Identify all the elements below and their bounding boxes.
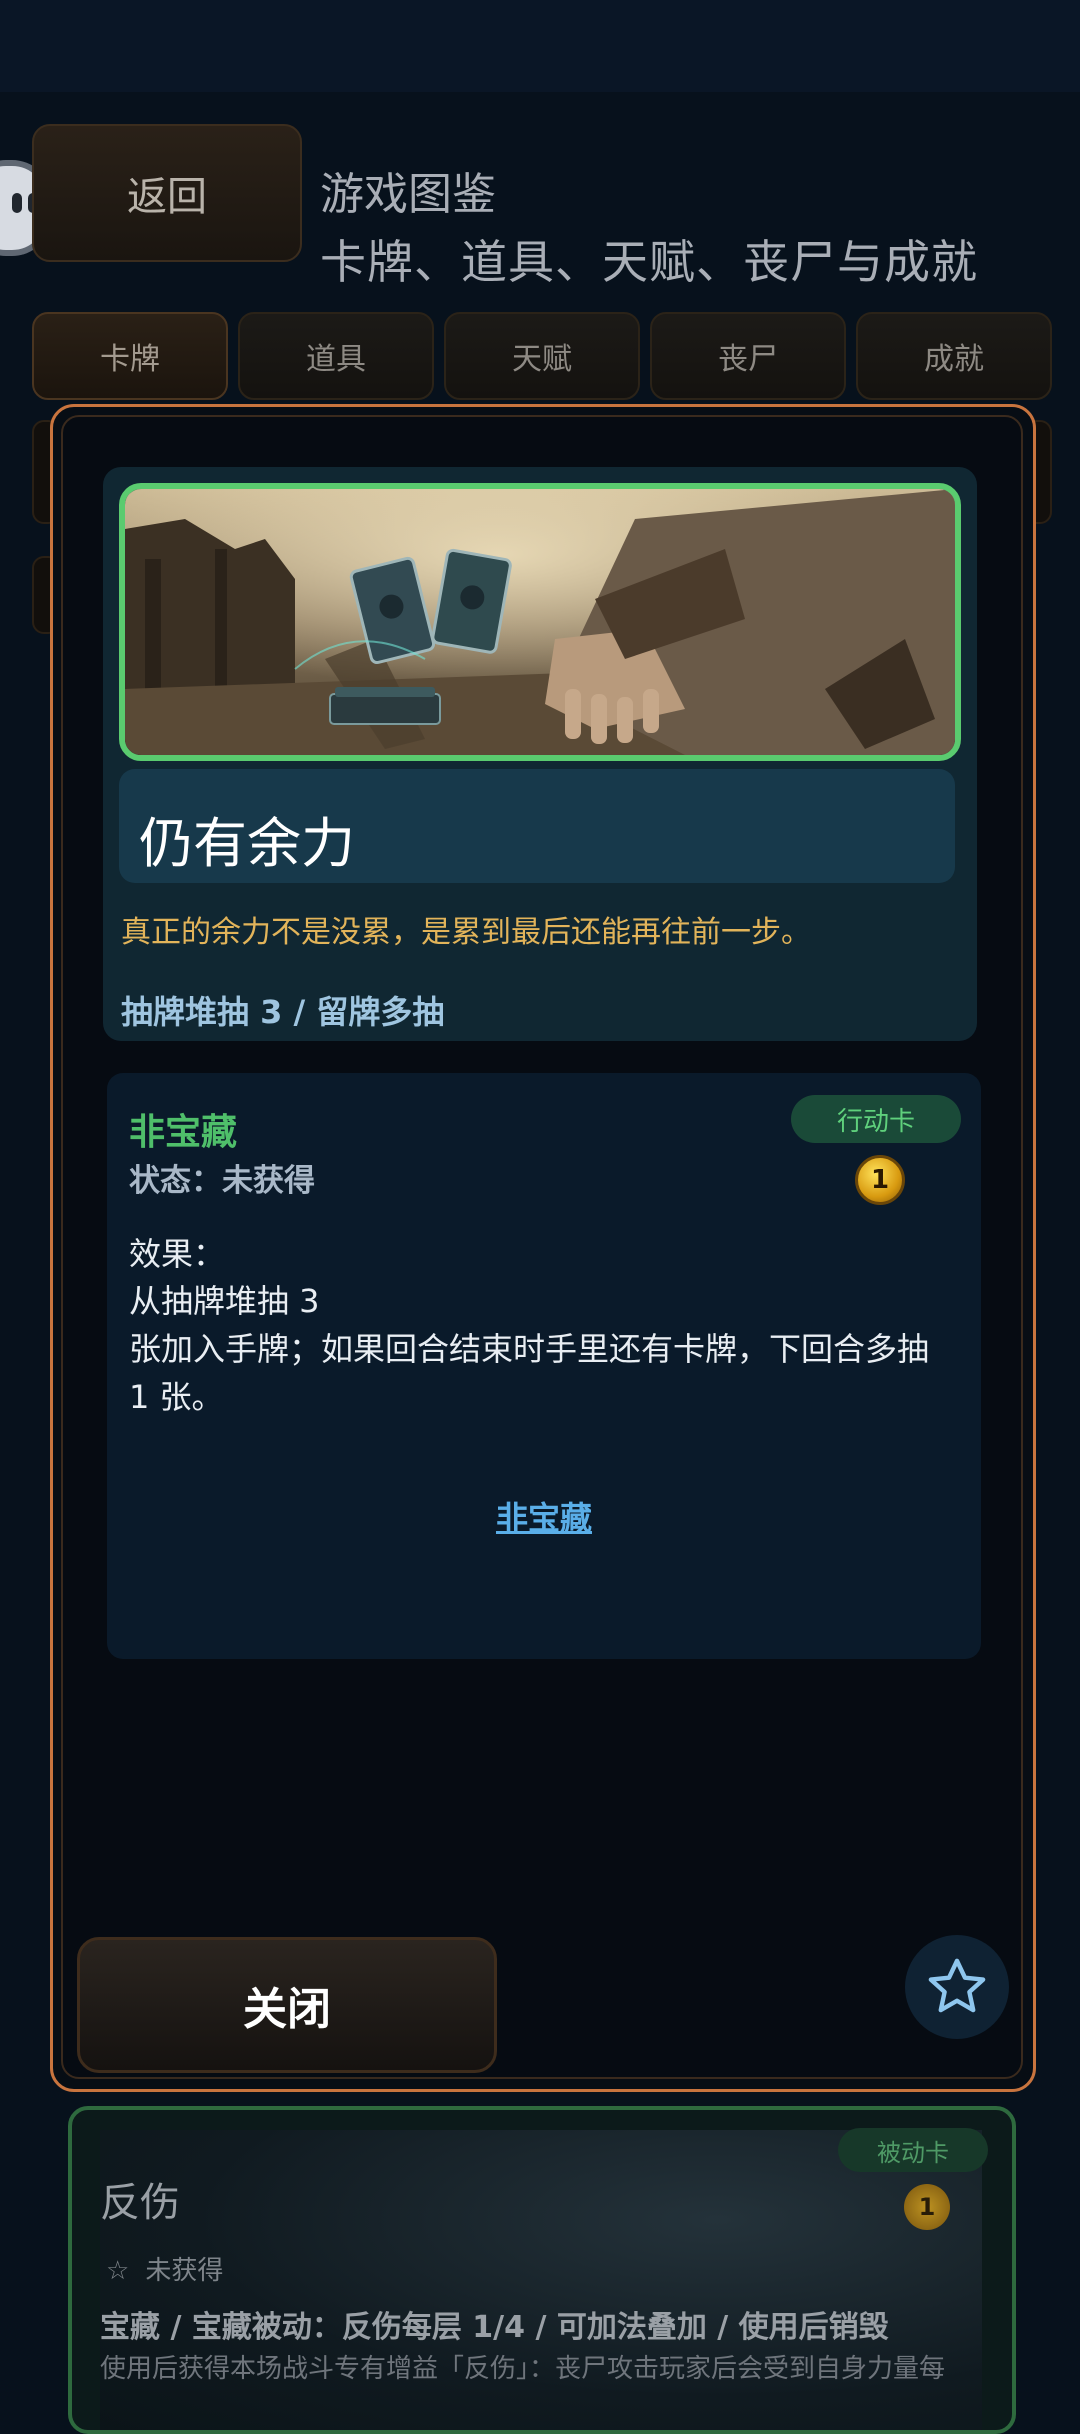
modal-body: 仍有余力 真正的余力不是没累，是累到最后还能再往前一步。 抽牌堆抽 3 / 留牌… [61, 415, 1023, 2079]
card-list-item[interactable]: 反伤 被动卡 1 ☆ 未获得 宝藏 / 宝藏被动：反伤每层 1/4 / 可加法叠加… [68, 2106, 1016, 2434]
back-button[interactable]: 返回 [32, 124, 302, 262]
cost-coin-icon: 1 [904, 2184, 950, 2230]
rarity-link[interactable]: 非宝藏 [496, 1499, 592, 1537]
page-subtitle: 卡牌、道具、天赋、丧尸与成就 [320, 235, 978, 289]
star-outline-icon: ☆ [106, 2256, 130, 2286]
effect-line: 从抽牌堆抽 3 [129, 1282, 320, 1320]
star-icon [928, 1958, 986, 2013]
favorite-button[interactable] [905, 1935, 1009, 2039]
tab-zombies[interactable]: 丧尸 [650, 312, 846, 400]
card-tags: 抽牌堆抽 3 / 留牌多抽 [121, 993, 445, 1031]
card-description: 使用后获得本场战斗专有增益「反伤」：丧尸攻击玩家后会受到自身力量每 [100, 2354, 946, 2384]
card-name: 反伤 [100, 2180, 180, 2226]
close-button[interactable]: 关闭 [77, 1937, 497, 2073]
tab-cards[interactable]: 卡牌 [32, 312, 228, 400]
card-title-box: 仍有余力 [119, 769, 955, 883]
effect-label: 效果： [129, 1235, 226, 1273]
rarity-link-row: 非宝藏 [107, 1493, 981, 1539]
card-detail-modal: 仍有余力 真正的余力不是没累，是累到最后还能再往前一步。 抽牌堆抽 3 / 留牌… [50, 404, 1036, 2092]
card-art-illustration [125, 489, 955, 755]
tab-achievements[interactable]: 成就 [856, 312, 1052, 400]
card-artwork [119, 483, 961, 761]
effect-line: 张加入手牌；如果回合结束时手里还有卡牌，下回合多抽 1 张。 [129, 1330, 930, 1416]
tab-items[interactable]: 道具 [238, 312, 434, 400]
category-tabs: 卡牌 道具 天赋 丧尸 成就 [32, 312, 1052, 400]
card-tags: 宝藏 / 宝藏被动：反伤每层 1/4 / 可加法叠加 / 使用后销毁 [100, 2310, 889, 2345]
card-status: ☆ 未获得 [106, 2250, 223, 2287]
card-type-badge: 行动卡 [791, 1095, 961, 1143]
card-artwork [100, 2130, 982, 2430]
card-title: 仍有余力 [139, 812, 355, 875]
card-flavor-text: 真正的余力不是没累，是累到最后还能再往前一步。 [121, 915, 811, 950]
effect-description: 从抽牌堆抽 3 张加入手牌；如果回合结束时手里还有卡牌，下回合多抽 1 张。 [129, 1277, 949, 1421]
cost-coin-icon: 1 [855, 1155, 905, 1205]
tab-talents[interactable]: 天赋 [444, 312, 640, 400]
card-hero-panel: 仍有余力 真正的余力不是没累，是累到最后还能再往前一步。 抽牌堆抽 3 / 留牌… [103, 467, 977, 1041]
card-info-panel: 非宝藏 状态：未获得 行动卡 1 效果： 从抽牌堆抽 3 张加入手牌；如果回合结… [107, 1073, 981, 1659]
card-status-label: 未获得 [145, 2256, 224, 2286]
rarity-label: 非宝藏 [129, 1112, 238, 1153]
card-type-badge: 被动卡 [838, 2128, 988, 2172]
page-title: 游戏图鉴 [320, 169, 496, 220]
acquire-status: 状态：未获得 [129, 1163, 315, 1199]
